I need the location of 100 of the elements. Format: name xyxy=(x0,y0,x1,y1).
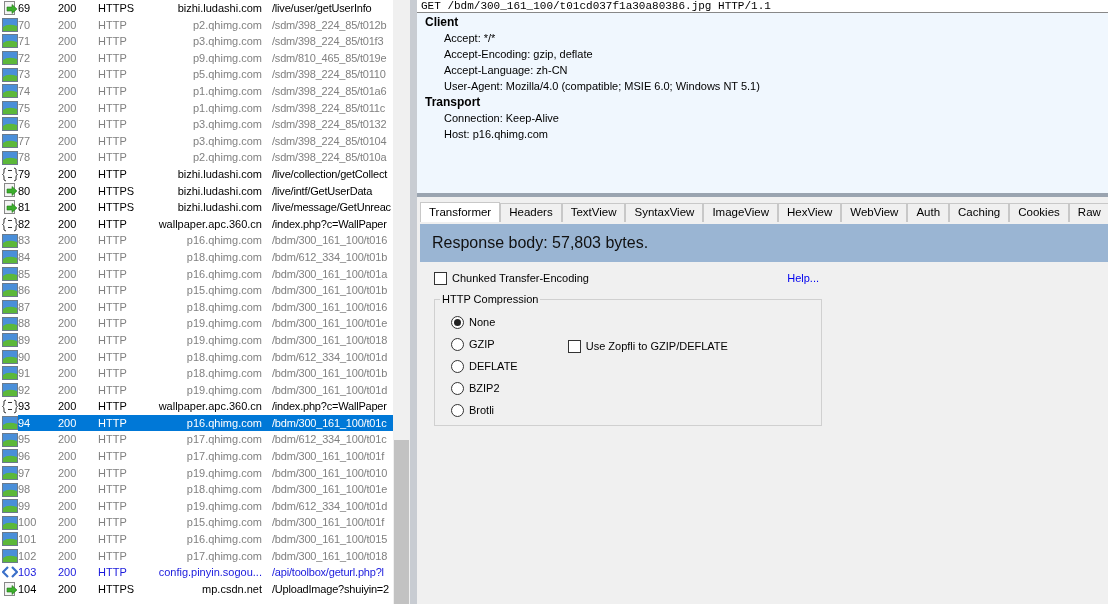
tab[interactable]: Headers xyxy=(500,203,562,222)
help-link[interactable]: Help... xyxy=(787,269,819,287)
tab[interactable]: Auth xyxy=(907,203,950,222)
session-row[interactable]: 103 200 HTTP config.pinyin.sogou... /api/toolbox/geturl.php?l xyxy=(18,564,393,581)
session-number: 88 xyxy=(18,316,32,332)
result-code: 200 xyxy=(58,465,78,481)
result-code: 200 xyxy=(58,100,78,116)
session-number: 90 xyxy=(18,349,32,365)
tab[interactable]: Transformer xyxy=(420,202,501,222)
session-row[interactable]: 87 200 HTTP p18.qhimg.com /bdm/300_161_100/t016 xyxy=(18,298,393,316)
session-row[interactable]: 71 200 HTTP p3.qhimg.com /sdm/398_224_85/t01f3 xyxy=(18,33,393,50)
session-row[interactable]: 82 200 HTTP wallpaper.apc.360.cn /index.php?c=WallPaper xyxy=(18,215,393,233)
session-number: 97 xyxy=(18,465,32,481)
session-row[interactable]: 92 200 HTTP p19.qhimg.com /bdm/300_161_100/t01d xyxy=(18,381,393,399)
session-row[interactable]: 81 200 HTTPS bizhi.ludashi.com /live/message/GetUnreac xyxy=(18,199,393,216)
image-icon xyxy=(2,499,18,514)
session-number: 71 xyxy=(18,34,32,50)
session-number: 94 xyxy=(18,415,32,431)
session-number: 87 xyxy=(18,299,32,315)
radio-button[interactable] xyxy=(451,382,464,395)
host-text: p18.qhimg.com xyxy=(185,349,262,365)
result-code: 200 xyxy=(58,349,78,365)
session-row[interactable]: 79 200 HTTP bizhi.ludashi.com /live/collection/getCollect xyxy=(18,165,393,183)
tab[interactable]: Cookies xyxy=(1009,203,1069,222)
tab[interactable]: SyntaxView xyxy=(625,203,704,222)
url-text: /bdm/300_161_100/t01f xyxy=(272,515,384,531)
radio-button[interactable] xyxy=(451,338,464,351)
session-row[interactable]: 99 200 HTTP p19.qhimg.com /bdm/612_334_100/t01d xyxy=(18,497,393,515)
scrollbar-thumb[interactable] xyxy=(394,440,409,604)
protocol-text: HTTP xyxy=(98,399,128,415)
session-number: 93 xyxy=(18,399,32,415)
session-row[interactable]: 93 200 HTTP wallpaper.apc.360.cn /index.php?c=WallPaper xyxy=(18,398,393,415)
session-row[interactable]: 94 200 HTTP p16.qhimg.com /bdm/300_161_100/t01c xyxy=(18,414,393,432)
session-row[interactable]: 74 200 HTTP p1.qhimg.com /sdm/398_224_85/t01a6 xyxy=(18,82,393,100)
session-number: 84 xyxy=(18,249,32,265)
host-text: p18.qhimg.com xyxy=(185,482,262,498)
host-text: bizhi.ludashi.com xyxy=(176,200,262,216)
session-row[interactable]: 100 200 HTTP p15.qhimg.com /bdm/300_161_100/t01f xyxy=(18,514,393,531)
session-row[interactable]: 86 200 HTTP p15.qhimg.com /bdm/300_161_100/t01b xyxy=(18,282,393,299)
header-line: Accept-Encoding: gzip, deflate xyxy=(443,47,594,62)
url-text: /bdm/300_161_100/t010 xyxy=(272,465,388,481)
protocol-text: HTTP xyxy=(98,249,128,265)
url-text: /bdm/300_161_100/t01b xyxy=(272,366,388,382)
session-row[interactable]: 72 200 HTTP p9.qhimg.com /sdm/810_465_85/t019e xyxy=(18,49,393,67)
radio-button[interactable] xyxy=(451,360,464,373)
session-row[interactable]: 88 200 HTTP p19.qhimg.com /bdm/300_161_100/t01e xyxy=(18,315,393,332)
session-row[interactable]: 102 200 HTTP p17.qhimg.com /bdm/300_161_100/t018 xyxy=(18,547,393,565)
session-row[interactable]: 91 200 HTTP p18.qhimg.com /bdm/300_161_100/t01b xyxy=(18,365,393,382)
host-text: p16.qhimg.com xyxy=(185,233,262,249)
radio-button[interactable] xyxy=(451,404,464,417)
session-row[interactable]: 73 200 HTTP p5.qhimg.com /sdm/398_224_85/t0110 xyxy=(18,66,393,83)
image-icon xyxy=(2,366,18,381)
session-row[interactable]: 77 200 HTTP p3.qhimg.com /sdm/398_224_85/t0104 xyxy=(18,132,393,150)
tab[interactable]: HexView xyxy=(778,203,842,222)
session-row[interactable]: 101 200 HTTP p16.qhimg.com /bdm/300_161_100/t015 xyxy=(18,531,393,548)
host-text: bizhi.ludashi.com xyxy=(176,167,262,182)
session-row[interactable]: 80 200 HTTPS bizhi.ludashi.com /live/intf/GetUserData xyxy=(18,182,393,200)
session-row[interactable]: 83 200 HTTP p16.qhimg.com /bdm/300_161_100/t016 xyxy=(18,232,393,249)
checkbox[interactable] xyxy=(434,271,447,285)
result-code: 200 xyxy=(58,34,78,50)
session-row[interactable]: 85 200 HTTP p16.qhimg.com /bdm/300_161_100/t01a xyxy=(18,265,393,283)
protocol-text: HTTP xyxy=(98,50,128,66)
groupbox-title: HTTP Compression xyxy=(440,292,541,306)
url-text: /bdm/612_334_100/t01d xyxy=(272,498,388,514)
url-text: /index.php?c=WallPaper xyxy=(272,399,387,415)
tab[interactable]: ImageView xyxy=(703,203,779,222)
session-row[interactable]: 90 200 HTTP p18.qhimg.com /bdm/612_334_100/t01d xyxy=(18,348,393,366)
image-icon xyxy=(2,349,18,364)
protocol-text: HTTP xyxy=(98,449,128,465)
result-code: 200 xyxy=(58,266,78,282)
tab[interactable]: TextView xyxy=(561,203,626,222)
url-text: /sdm/810_465_85/t019e xyxy=(272,50,387,66)
session-row[interactable]: 98 200 HTTP p18.qhimg.com /bdm/300_161_100/t01e xyxy=(18,481,393,498)
tab[interactable]: Raw xyxy=(1068,203,1108,222)
tab[interactable]: Caching xyxy=(949,203,1010,222)
tab[interactable]: WebView xyxy=(841,203,908,222)
checkbox[interactable] xyxy=(567,340,581,353)
protocol-text: HTTP xyxy=(98,316,128,332)
session-number: 102 xyxy=(18,548,38,564)
session-row[interactable]: 89 200 HTTP p19.qhimg.com /bdm/300_161_100/t018 xyxy=(18,331,393,349)
session-row[interactable]: 95 200 HTTP p17.qhimg.com /bdm/612_334_100/t01c xyxy=(18,431,393,449)
session-row[interactable]: 70 200 HTTP p2.qhimg.com /sdm/398_224_85/t012b xyxy=(18,16,393,34)
session-row[interactable]: 84 200 HTTP p18.qhimg.com /bdm/612_334_100/t01b xyxy=(18,248,393,266)
protocol-text: HTTP xyxy=(98,34,128,50)
session-row[interactable]: 69 200 HTTPS bizhi.ludashi.com /live/user/getUserInfo xyxy=(18,0,393,17)
session-number: 91 xyxy=(18,366,32,382)
host-text: p16.qhimg.com xyxy=(185,266,262,282)
image-icon xyxy=(2,432,18,447)
session-row[interactable]: 78 200 HTTP p2.qhimg.com /sdm/398_224_85/t010a xyxy=(18,149,393,166)
image-icon xyxy=(2,548,18,563)
session-row[interactable]: 76 200 HTTP p3.qhimg.com /sdm/398_224_85/t0132 xyxy=(18,116,393,133)
session-row[interactable]: 104 200 HTTPS mp.csdn.net /UploadImage?shuiyin=2 xyxy=(18,580,393,598)
session-row[interactable]: 96 200 HTTP p17.qhimg.com /bdm/300_161_100/t01f xyxy=(18,448,393,465)
host-text: p2.qhimg.com xyxy=(191,150,262,166)
result-code: 200 xyxy=(58,183,78,199)
session-row[interactable]: 97 200 HTTP p19.qhimg.com /bdm/300_161_100/t010 xyxy=(18,464,393,482)
session-row[interactable]: 75 200 HTTP p1.qhimg.com /sdm/398_224_85/t011c xyxy=(18,99,393,117)
radio-button[interactable] xyxy=(451,316,464,329)
image-icon xyxy=(2,482,18,497)
result-code: 200 xyxy=(58,532,78,548)
